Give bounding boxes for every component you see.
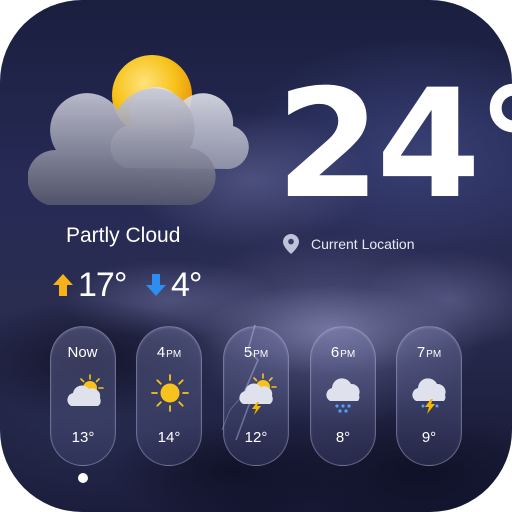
arrow-up-icon: [53, 274, 73, 296]
page-indicator-dot[interactable]: [78, 473, 88, 483]
partly-cloudy-thunder-icon: [239, 373, 277, 415]
forecast-temperature: 14°: [157, 429, 181, 446]
partly-cloudy-large-icon: [28, 55, 249, 206]
weather-app-icon: 24° Partly Cloud 17° 4° Current Location…: [0, 0, 512, 512]
forecast-time: 6PM: [330, 344, 356, 361]
partly-cloudy-icon: [67, 374, 104, 406]
location-pin-icon: [283, 234, 299, 254]
forecast-temperature: 9°: [421, 429, 437, 446]
arrow-down-icon: [146, 274, 166, 296]
thunder-cloud-icon: [412, 378, 446, 414]
high-temperature-value: 17°: [78, 266, 127, 304]
high-temperature: 17°: [52, 264, 127, 306]
forecast-temperature: 12°: [244, 429, 268, 446]
forecast-card-4pm[interactable]: 4PM 14°: [136, 326, 202, 466]
forecast-card-5pm[interactable]: 5PM 12°: [223, 326, 289, 466]
forecast-card-now[interactable]: Now 13°: [50, 326, 116, 466]
forecast-temperature: 13°: [71, 429, 95, 446]
forecast-time: Now: [67, 344, 98, 361]
forecast-temperature: 8°: [335, 429, 351, 446]
low-temperature: 4°: [145, 264, 203, 306]
forecast-time: 5PM: [243, 344, 269, 361]
forecast-card-6pm[interactable]: 6PM 8°: [310, 326, 376, 466]
sunny-icon: [151, 374, 189, 412]
current-temperature: 24°: [276, 58, 512, 232]
forecast-time: 7PM: [416, 344, 442, 361]
forecast-time: 4PM: [156, 344, 182, 361]
forecast-card-7pm[interactable]: 7PM 9°: [396, 326, 462, 466]
low-temperature-value: 4°: [171, 266, 203, 304]
location-label: Current Location: [311, 236, 415, 252]
weather-condition-label: Partly Cloud: [66, 224, 181, 247]
location-button[interactable]: Current Location: [283, 232, 415, 256]
rain-cloud-icon: [326, 378, 360, 413]
